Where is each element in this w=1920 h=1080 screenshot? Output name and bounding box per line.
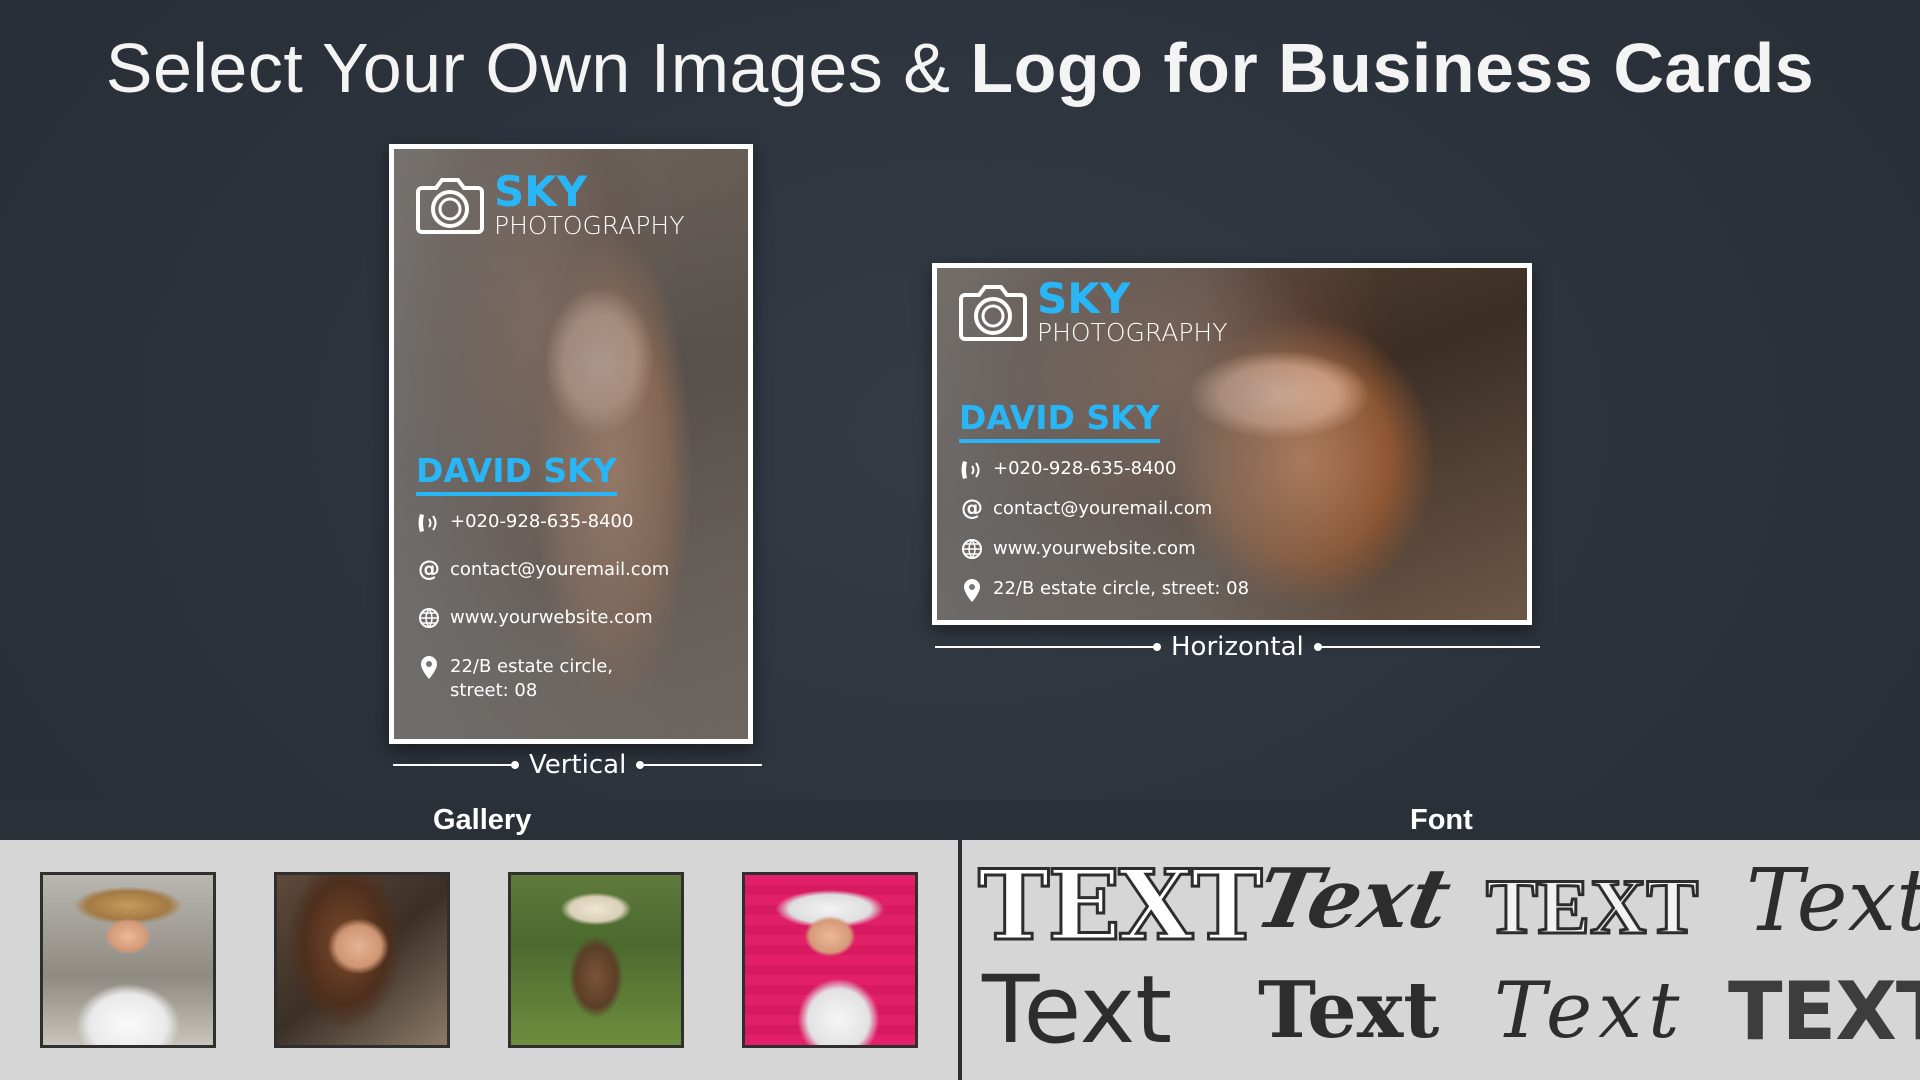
camera-icon	[957, 279, 1029, 345]
card-website-text-horizontal: www.yourwebsite.com	[993, 538, 1196, 559]
vertical-caption-label: Vertical	[529, 750, 627, 780]
card-website-row-horizontal: www.yourwebsite.com	[959, 538, 1196, 560]
horizontal-business-card[interactable]: SKY PHOTOGRAPHY DAVID SKY +020-928-635-8…	[932, 263, 1532, 625]
card-logo-horizontal: SKY PHOTOGRAPHY	[957, 278, 1227, 345]
vertical-business-card[interactable]: SKY PHOTOGRAPHY DAVID SKY +020-928-635-8…	[389, 144, 753, 744]
card-address-line1: 22/B estate circle,	[450, 656, 614, 677]
page-headline: Select Your Own Images & Logo for Busine…	[0, 28, 1920, 108]
card-phone-row: +020-928-635-8400	[416, 511, 633, 535]
horizontal-caption-label: Horizontal	[1171, 632, 1304, 662]
panel-divider	[958, 800, 962, 1080]
card-phone-row-horizontal: +020-928-635-8400	[959, 458, 1176, 482]
logo-sky-text: SKY	[494, 167, 588, 216]
gallery-thumb-woman-portrait[interactable]	[274, 872, 450, 1048]
vertical-caption: Vertical	[393, 750, 763, 780]
at-icon: @	[418, 557, 440, 582]
location-pin-icon	[959, 578, 985, 604]
card-address-row: 22/B estate circle, street: 08	[416, 655, 613, 703]
font-sample-grunge-stencil[interactable]: TEXT	[1484, 866, 1699, 947]
card-name-horizontal: DAVID SKY	[959, 398, 1160, 443]
card-address-text-horizontal: 22/B estate circle, street: 08	[993, 578, 1250, 599]
card-email-text-horizontal: contact@youremail.com	[993, 498, 1213, 519]
camera-icon	[414, 172, 486, 238]
logo-photography-text: PHOTOGRAPHY	[1037, 318, 1228, 347]
card-logo: SKY PHOTOGRAPHY	[414, 171, 684, 238]
at-icon: @	[961, 496, 983, 521]
card-website-text: www.yourwebsite.com	[450, 607, 653, 628]
font-sample-sans[interactable]: Text	[982, 964, 1172, 1058]
font-sample-distressed[interactable]: TEXT	[1728, 972, 1920, 1052]
card-address-line2: street: 08	[450, 680, 538, 701]
font-sample-outlined-slab[interactable]: TEXT	[977, 856, 1265, 955]
card-phone-text-horizontal: +020-928-635-8400	[993, 458, 1177, 479]
font-sample-decorative[interactable]: Text	[1494, 972, 1685, 1050]
tab-gallery[interactable]: Gallery	[433, 804, 531, 837]
logo-sky-text: SKY	[1037, 274, 1131, 323]
font-sample-blackletter[interactable]: Text	[1258, 972, 1439, 1050]
globe-icon	[959, 538, 985, 560]
horizontal-caption: Horizontal	[935, 632, 1540, 662]
location-pin-icon	[416, 655, 442, 681]
card-address-row-horizontal: 22/B estate circle, street: 08	[959, 578, 1249, 604]
card-name: DAVID SKY	[416, 451, 617, 496]
gallery-thumb-woman-straw-hat[interactable]	[40, 872, 216, 1048]
card-email-text: contact@youremail.com	[450, 559, 670, 580]
tab-font[interactable]: Font	[1410, 804, 1473, 837]
gallery-thumb-woman-sunglasses-pink[interactable]	[742, 872, 918, 1048]
logo-photography-text: PHOTOGRAPHY	[494, 211, 685, 240]
phone-icon	[959, 458, 985, 482]
globe-icon	[416, 607, 442, 629]
card-phone-text: +020-928-635-8400	[450, 511, 634, 532]
headline-bold: Logo for Business Cards	[970, 29, 1815, 107]
card-website-row: www.yourwebsite.com	[416, 607, 653, 629]
card-email-row-horizontal: @ contact@youremail.com	[959, 498, 1212, 520]
headline-light: Select Your Own Images &	[105, 29, 971, 107]
card-email-row: @ contact@youremail.com	[416, 559, 669, 581]
phone-icon	[416, 511, 442, 535]
font-sample-brush-script[interactable]: Text	[1248, 851, 1459, 947]
gallery-thumb-woman-backpack-field[interactable]	[508, 872, 684, 1048]
font-sample-handwritten[interactable]: Text	[1746, 858, 1920, 944]
